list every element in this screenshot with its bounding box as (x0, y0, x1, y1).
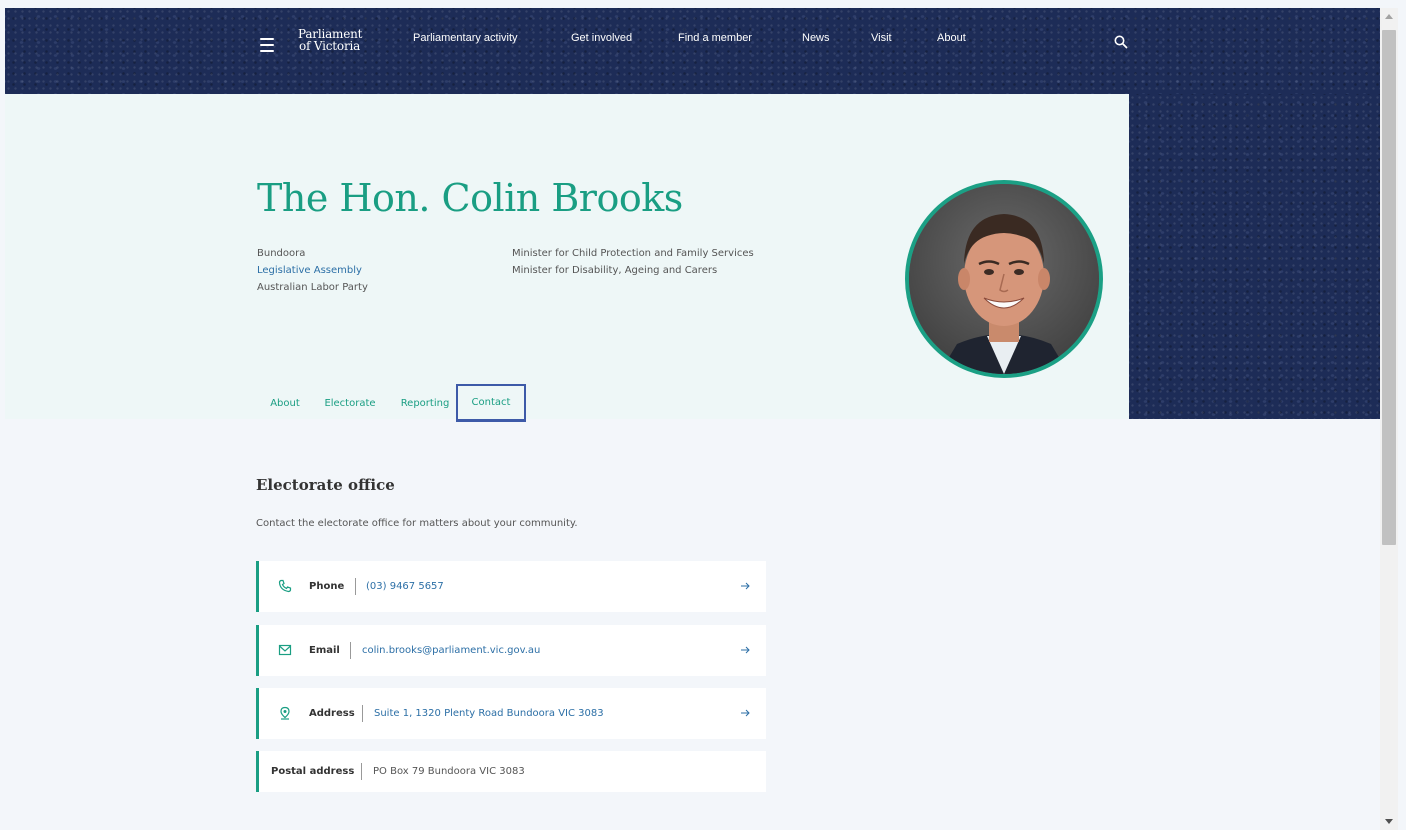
decorative-texture-panel (1129, 94, 1380, 419)
member-party: Australian Labor Party (257, 282, 368, 293)
email-icon (277, 642, 293, 658)
member-name: The Hon. Colin Brooks (257, 176, 683, 220)
tab-contact[interactable]: Contact (456, 384, 526, 422)
member-electorate: Bundoora (257, 248, 306, 259)
member-house-link[interactable]: Legislative Assembly (257, 262, 368, 279)
contact-label: Email (309, 645, 340, 656)
contact-label: Address (309, 708, 355, 719)
member-hero: The Hon. Colin Brooks Bundoora Legislati… (5, 94, 1129, 422)
site-header: Parliament of Victoria Parliamentary act… (5, 8, 1380, 94)
contact-phone-card[interactable]: Phone (03) 9467 5657 (256, 561, 766, 612)
nav-visit[interactable]: Visit (871, 32, 892, 44)
member-role: Minister for Disability, Ageing and Care… (512, 265, 718, 276)
divider (362, 705, 363, 722)
arrow-right-icon (738, 579, 752, 593)
section-description: Contact the electorate office for matter… (256, 518, 578, 529)
member-role: Minister for Child Protection and Family… (512, 248, 754, 259)
site-logo[interactable]: Parliament of Victoria (298, 28, 362, 52)
contact-value: colin.brooks@parliament.vic.gov.au (362, 645, 541, 656)
contact-address-card[interactable]: Address Suite 1, 1320 Plenty Road Bundoo… (256, 688, 766, 739)
section-title: Electorate office (256, 476, 395, 494)
search-icon[interactable] (1113, 34, 1129, 50)
member-roles: Minister for Child Protection and Family… (512, 245, 754, 279)
scroll-thumb[interactable] (1382, 30, 1396, 545)
contact-label: Phone (309, 581, 345, 592)
nav-about[interactable]: About (937, 32, 966, 44)
nav-parliamentary-activity[interactable]: Parliamentary activity (413, 32, 518, 44)
scroll-down-arrow-icon[interactable] (1380, 814, 1398, 830)
arrow-right-icon (738, 643, 752, 657)
divider (350, 642, 351, 659)
arrow-right-icon (738, 706, 752, 720)
tab-electorate[interactable]: Electorate (318, 384, 382, 422)
tab-about[interactable]: About (263, 384, 307, 422)
contact-value: Suite 1, 1320 Plenty Road Bundoora VIC 3… (374, 708, 604, 719)
location-pin-icon (277, 705, 293, 721)
page-scrollbar[interactable] (1380, 8, 1398, 830)
scroll-up-arrow-icon[interactable] (1380, 8, 1398, 24)
tab-reporting[interactable]: Reporting (395, 384, 455, 422)
divider (355, 578, 356, 595)
phone-icon (277, 578, 293, 594)
menu-hamburger-icon[interactable] (260, 38, 274, 52)
contact-label: Postal address (271, 766, 355, 777)
nav-news[interactable]: News (802, 32, 830, 44)
contact-value: PO Box 79 Bundoora VIC 3083 (373, 766, 525, 777)
nav-find-a-member[interactable]: Find a member (678, 32, 752, 44)
logo-line-2: of Victoria (299, 39, 361, 53)
divider (361, 763, 362, 780)
contact-email-card[interactable]: Email colin.brooks@parliament.vic.gov.au (256, 625, 766, 676)
contact-value: (03) 9467 5657 (366, 581, 444, 592)
contact-postal-card: Postal address PO Box 79 Bundoora VIC 30… (256, 751, 766, 792)
member-details: Bundoora Legislative Assembly Australian… (257, 245, 368, 296)
nav-get-involved[interactable]: Get involved (571, 32, 632, 44)
member-portrait (905, 180, 1103, 378)
